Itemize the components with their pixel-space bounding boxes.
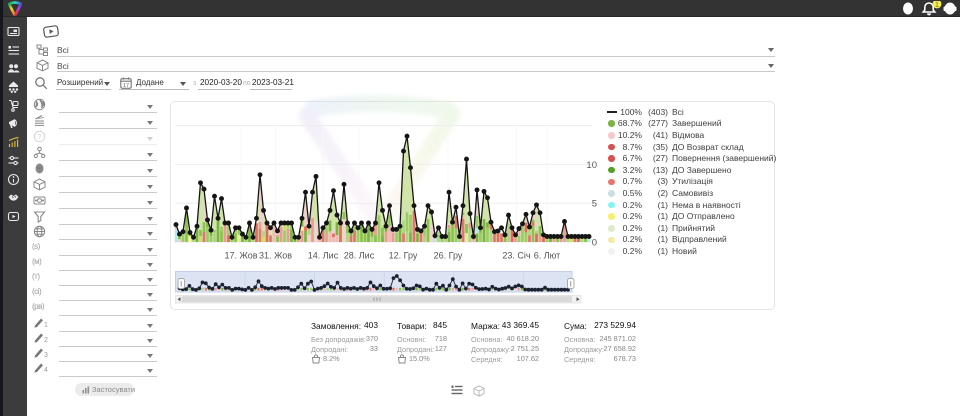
svg-text:14. Лис: 14. Лис — [308, 251, 339, 261]
svg-text:26. Гру: 26. Гру — [434, 251, 463, 261]
svg-text:12. Гру: 12. Гру — [389, 251, 418, 261]
svg-text:0: 0 — [592, 238, 597, 249]
svg-text:31. Жов: 31. Жов — [259, 251, 292, 261]
svg-text:23. Січ: 23. Січ — [502, 251, 531, 261]
svg-text:1: 1 — [935, 1, 939, 9]
svg-text:6. Лют: 6. Лют — [534, 251, 561, 261]
svg-text:?: ? — [38, 134, 42, 141]
svg-text:5: 5 — [592, 199, 597, 210]
svg-text:17: 17 — [123, 82, 129, 88]
svg-text:28. Лис: 28. Лис — [344, 251, 375, 261]
svg-text:10: 10 — [586, 160, 597, 171]
svg-text:17. Жов: 17. Жов — [224, 251, 257, 261]
